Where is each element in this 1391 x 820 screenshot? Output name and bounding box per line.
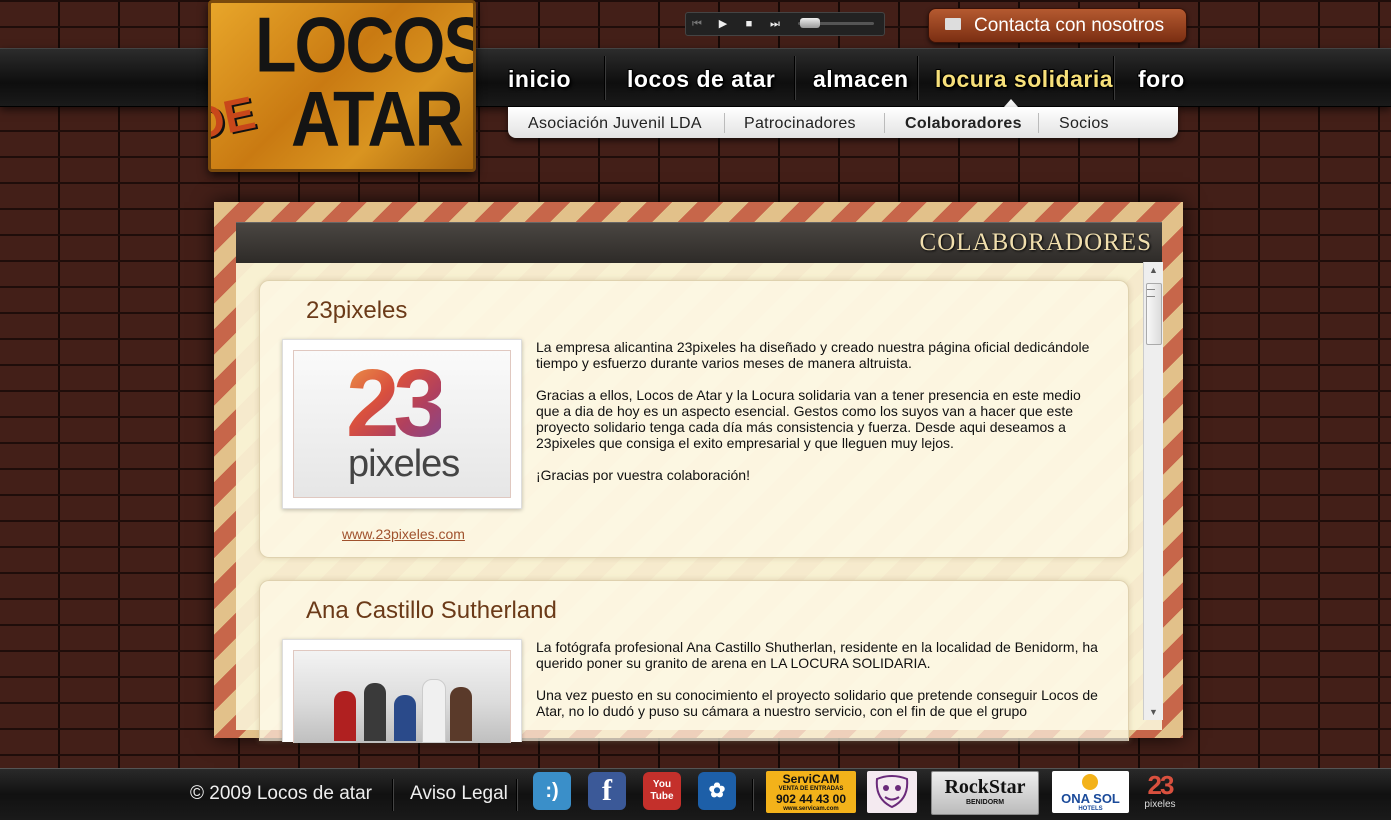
scrollbar-grip-icon — [1147, 289, 1155, 297]
subnav-divider — [1038, 113, 1039, 133]
subnav-socios[interactable]: Socios — [1059, 107, 1109, 138]
contact-button[interactable]: Contacta con nosotros — [928, 8, 1187, 43]
pixeles-word: pixeles — [1144, 799, 1176, 810]
card-image-frame: 23 pixeles — [282, 339, 522, 509]
nav-foro[interactable]: foro — [1138, 62, 1185, 96]
sub-nav: Asociación Juvenil LDA Patrocinadores Co… — [508, 107, 1178, 138]
panel-title: COLABORADORES — [919, 229, 1152, 256]
site-logo[interactable]: LOCOS DE ATAR — [208, 0, 476, 172]
sponsor-rockstar[interactable]: RockStar BENIDORM — [931, 771, 1039, 815]
onasol-name: ONA SOL — [1061, 791, 1120, 806]
servicam-web: www.servicam.com — [783, 806, 839, 812]
website-link[interactable]: www.23pixeles.com — [342, 526, 465, 542]
sponsor-servicam[interactable]: ServiCAM VENTA DE ENTRADAS 902 44 43 00 … — [766, 771, 856, 813]
active-nav-indicator — [1004, 99, 1018, 107]
card-paragraph: La empresa alicantina 23pixeles ha diseñ… — [536, 339, 1090, 371]
card-image-frame — [282, 639, 522, 743]
music-player: ⏮ ▶ ■ ⏭ — [685, 12, 885, 36]
card-title: 23pixeles — [306, 297, 408, 324]
footer-divider — [516, 779, 517, 811]
content-scrollbar[interactable]: ▲ ▼ — [1143, 262, 1163, 720]
contact-button-label: Contacta con nosotros — [974, 15, 1165, 36]
sponsor-onasol[interactable]: ONA SOL HOTELS — [1052, 771, 1129, 813]
card-paragraph: Una vez puesto en su conocimiento el pro… — [536, 687, 1098, 719]
rockstar-sub: BENIDORM — [965, 799, 1005, 806]
scroll-down-arrow-icon[interactable]: ▼ — [1144, 704, 1163, 720]
card-title: Ana Castillo Sutherland — [306, 597, 557, 624]
subnav-patrocinadores[interactable]: Patrocinadores — [744, 107, 856, 138]
stop-icon[interactable]: ■ — [740, 15, 758, 33]
subnav-divider — [724, 113, 725, 133]
nav-divider — [1113, 56, 1114, 100]
panel-header: COLABORADORES — [236, 222, 1162, 263]
facebook-icon[interactable]: f — [588, 772, 626, 810]
subnav-asociacion[interactable]: Asociación Juvenil LDA — [528, 107, 702, 138]
pixeles-number: 23 — [1147, 771, 1175, 800]
copyright-text: © 2009 Locos de atar — [190, 783, 372, 804]
23pixeles-logo-image: 23 pixeles — [293, 350, 511, 498]
rockstar-name: RockStar — [944, 776, 1026, 798]
sponsor-mask-logo[interactable] — [867, 771, 917, 813]
nav-almacen[interactable]: almacen — [813, 62, 909, 96]
sponsor-23pixeles[interactable]: 23 pixeles — [1140, 771, 1180, 813]
card-paragraph: Gracias a ellos, Locos de Atar y la Locu… — [536, 387, 1081, 451]
scroll-up-arrow-icon[interactable]: ▲ — [1144, 262, 1163, 278]
mail-icon — [945, 18, 961, 30]
youtube-icon[interactable]: You Tube — [643, 772, 681, 810]
logo-line1: LOCOS — [255, 1, 476, 89]
footer-divider — [752, 779, 753, 811]
theatre-mask-icon — [875, 775, 909, 809]
volume-slider-handle[interactable] — [800, 18, 820, 28]
play-icon[interactable]: ▶ — [714, 15, 732, 33]
footer: © 2009 Locos de atar Aviso Legal :) f Yo… — [0, 768, 1391, 820]
subnav-colaboradores[interactable]: Colaboradores — [905, 107, 1022, 138]
tuenti-icon[interactable]: :) — [533, 772, 571, 810]
content-panel: 23pixeles 23 pixeles La empresa alicanti… — [236, 222, 1162, 743]
subnav-divider — [884, 113, 885, 133]
nav-divider — [794, 56, 795, 100]
logo-word: pixeles — [348, 443, 460, 485]
nav-divider — [604, 56, 605, 100]
myspace-icon[interactable]: ✿ — [698, 772, 736, 810]
card-paragraph: La fotógrafa profesional Ana Castillo Sh… — [536, 639, 1098, 671]
servicam-phone: 902 44 43 00 — [775, 792, 847, 806]
logo-de: DE — [208, 85, 260, 151]
legal-notice-link[interactable]: Aviso Legal — [410, 783, 508, 805]
collaborator-card-ana-castillo: Ana Castillo Sutherland La fotógrafa pro… — [259, 580, 1129, 743]
card-paragraph: ¡Gracias por vuestra colaboración! — [536, 467, 750, 483]
nav-divider — [917, 56, 918, 100]
next-icon[interactable]: ⏭ — [766, 15, 784, 33]
servicam-name: ServiCAM — [782, 772, 840, 786]
logo-line2: ATAR — [291, 75, 464, 163]
onasol-sub: HOTELS — [1078, 806, 1103, 812]
footer-divider — [392, 779, 393, 811]
nav-inicio[interactable]: inicio — [508, 62, 571, 96]
card-description: La empresa alicantina 23pixeles ha diseñ… — [536, 339, 1106, 499]
card-description: La fotógrafa profesional Ana Castillo Sh… — [536, 639, 1106, 735]
group-photo — [293, 650, 511, 743]
nav-locura-solidaria[interactable]: locura solidaria — [935, 62, 1113, 96]
previous-icon[interactable]: ⏮ — [688, 15, 706, 33]
nav-locos-de-atar[interactable]: locos de atar — [627, 62, 775, 96]
collaborator-card-23pixeles: 23pixeles 23 pixeles La empresa alicanti… — [259, 280, 1129, 558]
sun-icon — [1082, 774, 1098, 790]
